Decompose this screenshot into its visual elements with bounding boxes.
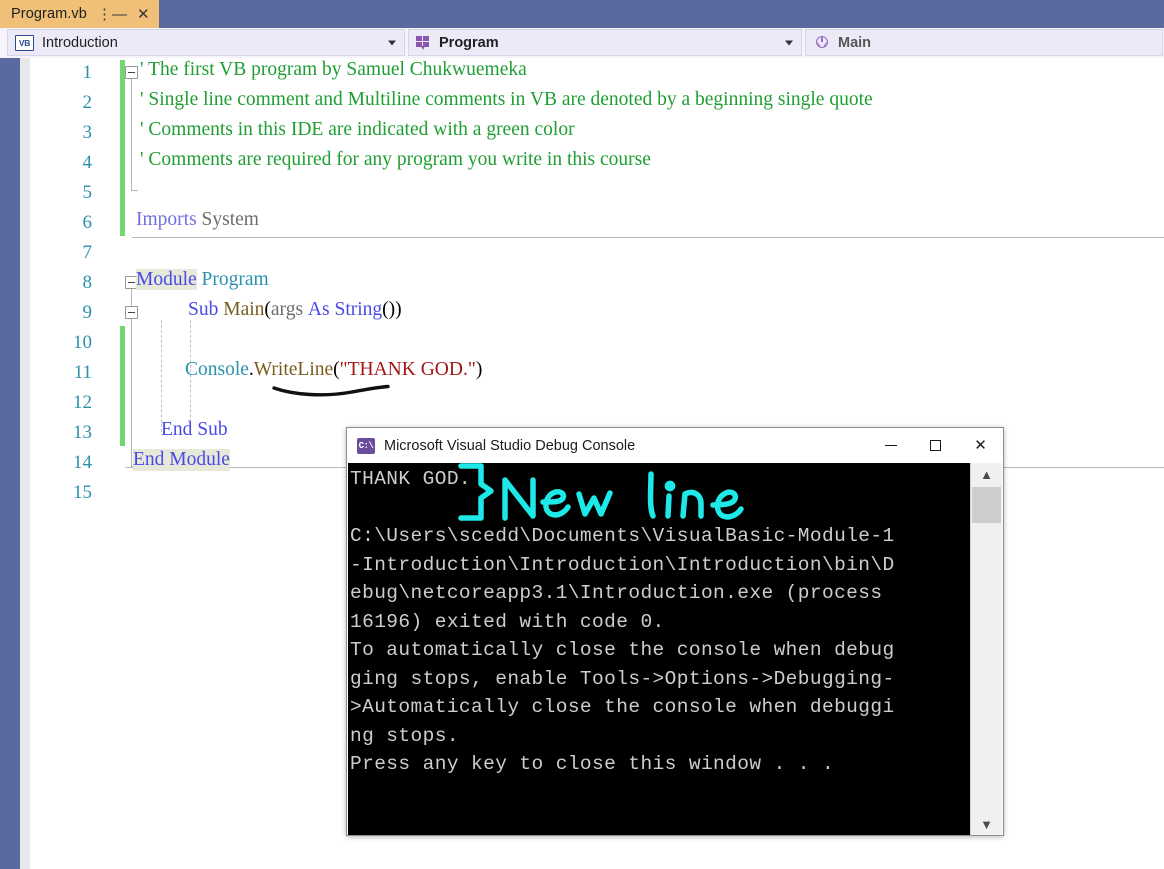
chevron-down-icon[interactable] (785, 40, 793, 45)
code-statement: Sub Main(args As String()) (188, 299, 402, 321)
tab-label: Program.vb (11, 6, 87, 22)
code-line[interactable]: 11 Console.WriteLine("THANK GOD.") (30, 358, 1164, 388)
code-line[interactable]: 6 Imports System (30, 208, 1164, 238)
code-line[interactable]: 1 ' The first VB program by Samuel Chukw… (30, 58, 1164, 88)
code-comment: ' Single line comment and Multiline comm… (140, 89, 873, 110)
navigation-bar: VB Introduction Program Main (0, 28, 1164, 58)
keyword-module: Module (136, 269, 197, 290)
paren-tail: ()) (382, 299, 402, 320)
left-rail (0, 58, 20, 869)
console-icon: C:\ (357, 437, 375, 454)
console-output-area[interactable]: THANK GOD. C:\Users\scedd\Documents\Visu… (348, 463, 972, 835)
line-number: 8 (82, 272, 93, 293)
line-number: 10 (73, 332, 92, 353)
code-statement: Module Program (136, 269, 269, 291)
pin-icon[interactable]: ⋮— (97, 7, 127, 22)
maximize-button[interactable] (913, 428, 958, 462)
call-paren-close: ) (475, 359, 483, 380)
console-scrollbar[interactable]: ▲ ▼ (970, 463, 1002, 835)
code-line[interactable]: 4 ' Comments are required for any progra… (30, 148, 1164, 178)
line-number: 13 (73, 422, 92, 443)
code-line[interactable]: 10 (30, 328, 1164, 358)
keyword-end-module: End Module (133, 449, 230, 471)
string-literal: "THANK GOD." (339, 359, 476, 380)
namespace-label: System (201, 209, 259, 230)
module-icon (416, 35, 431, 50)
project-dropdown[interactable]: VB Introduction (7, 29, 405, 56)
method-writeline: WriteLine (253, 359, 334, 380)
keyword-end-sub: End Sub (161, 419, 228, 440)
line-number: 4 (82, 152, 93, 173)
close-icon[interactable]: ✕ (137, 7, 150, 22)
member-dropdown[interactable]: Main (805, 29, 1163, 56)
code-line[interactable]: 8 Module Program (30, 268, 1164, 298)
console-title-label: Microsoft Visual Studio Debug Console (384, 437, 636, 454)
code-line[interactable]: 5 (30, 178, 1164, 208)
keyword-string: String (334, 299, 383, 320)
console-output-text: THANK GOD. C:\Users\scedd\Documents\Visu… (350, 468, 895, 775)
parameter-args: args (270, 299, 304, 320)
chevron-down-icon[interactable]: ▼ (971, 813, 1002, 835)
line-number: 15 (73, 482, 92, 503)
debug-console-window[interactable]: C:\ Microsoft Visual Studio Debug Consol… (346, 427, 1004, 836)
code-line[interactable]: 9 Sub Main(args As String()) (30, 298, 1164, 328)
code-line[interactable]: 2 ' Single line comment and Multiline co… (30, 88, 1164, 118)
member-dropdown-label: Main (838, 34, 872, 51)
sub-name-main: Main (223, 299, 265, 320)
code-line[interactable]: 12 (30, 388, 1164, 418)
console-title-bar[interactable]: C:\ Microsoft Visual Studio Debug Consol… (347, 428, 1003, 463)
line-number: 2 (82, 92, 93, 113)
vb-icon: VB (15, 34, 34, 51)
code-comment: ' The first VB program by Samuel Chukwue… (140, 59, 527, 80)
keyword-imports: Imports (136, 209, 197, 230)
code-statement: Imports System (136, 209, 259, 231)
editor-tab-strip: Program.vb ⋮— ✕ (0, 0, 159, 28)
code-statement: Console.WriteLine("THANK GOD.") (185, 359, 482, 381)
chevron-down-icon[interactable] (388, 40, 396, 45)
code-comment: ' Comments are required for any program … (140, 149, 651, 170)
close-button[interactable]: ✕ (958, 428, 1003, 462)
window-controls: ✕ (868, 428, 1003, 462)
line-number: 12 (73, 392, 92, 413)
line-number: 1 (82, 62, 93, 83)
scrollbar-thumb[interactable] (972, 487, 1001, 523)
method-icon (815, 35, 830, 50)
gutter-strip (20, 58, 30, 869)
line-number: 14 (73, 452, 92, 473)
line-number: 3 (82, 122, 93, 143)
type-dropdown-label: Program (439, 34, 499, 51)
keyword-sub: Sub (188, 299, 219, 320)
code-line[interactable]: 7 (30, 238, 1164, 268)
line-number: 7 (82, 242, 93, 263)
type-dropdown[interactable]: Program (408, 29, 802, 56)
code-line[interactable]: 3 ' Comments in this IDE are indicated w… (30, 118, 1164, 148)
code-comment: ' Comments in this IDE are indicated wit… (140, 119, 575, 140)
tab-program-vb[interactable]: Program.vb ⋮— ✕ (0, 0, 159, 28)
minimize-button[interactable] (868, 428, 913, 462)
title-bar-background (0, 0, 1164, 28)
chevron-up-icon[interactable]: ▲ (971, 463, 1002, 485)
keyword-as: As (307, 299, 330, 320)
project-dropdown-label: Introduction (42, 34, 118, 51)
line-number: 6 (82, 212, 93, 233)
type-console: Console (185, 359, 249, 380)
line-number: 11 (73, 362, 92, 383)
module-name: Program (201, 269, 269, 290)
line-number: 5 (82, 182, 93, 203)
line-number: 9 (82, 302, 93, 323)
